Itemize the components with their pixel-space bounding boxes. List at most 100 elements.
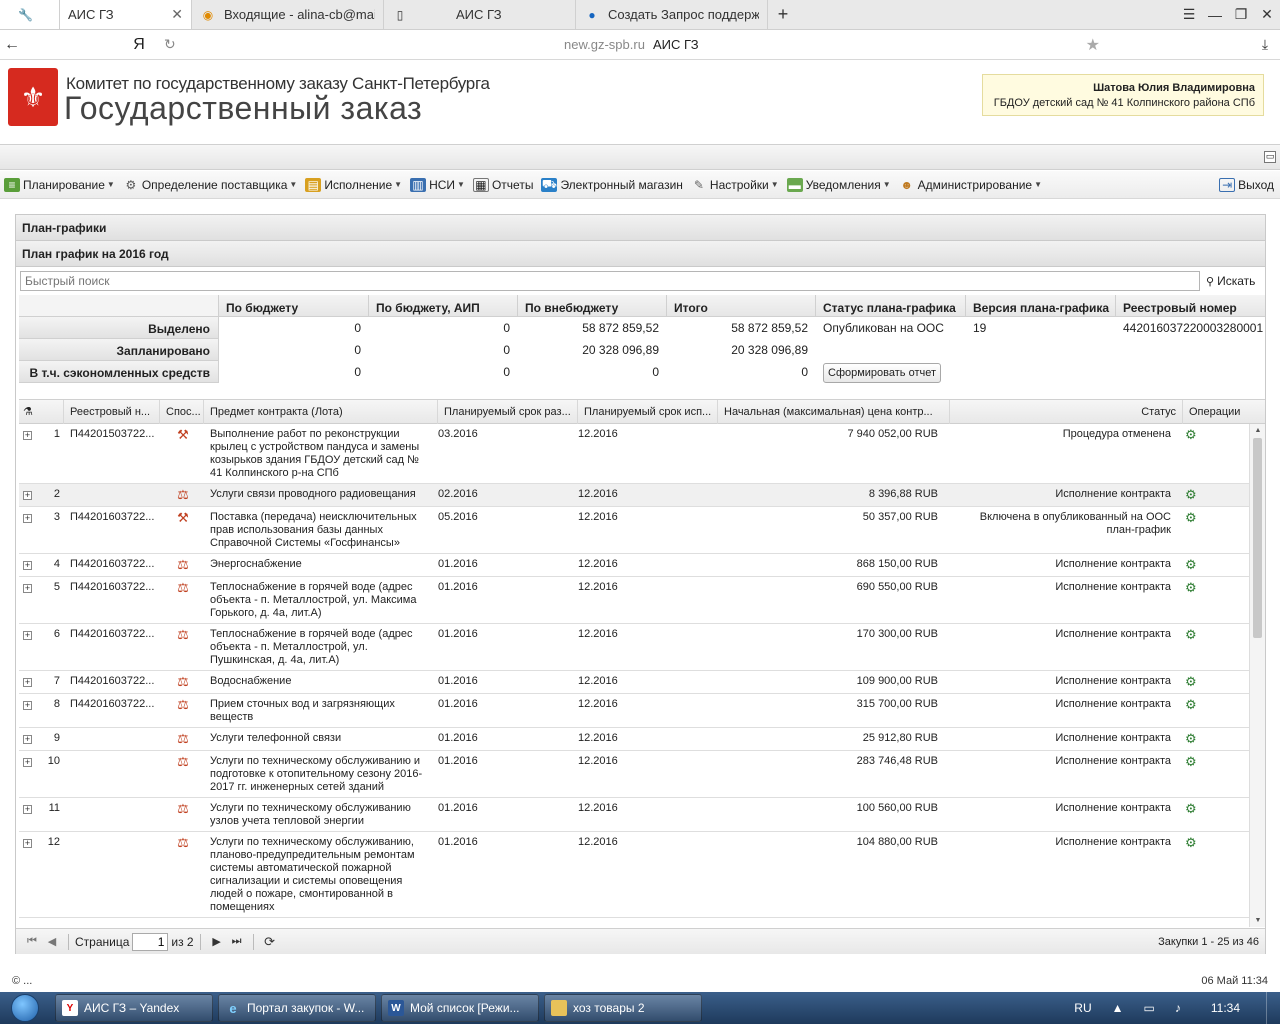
clock[interactable]: 11:34 — [1211, 1001, 1240, 1015]
menu-notifications[interactable]: ▬ Уведомления ▼ — [786, 177, 891, 192]
cell-method: ⚒ — [160, 507, 204, 553]
table-row[interactable]: +11 ⚖ Услуги по техническому обслуживанию … — [19, 798, 1249, 832]
network-icon[interactable]: ▭ — [1144, 1001, 1155, 1015]
table-row[interactable]: +1 П44201503722... ⚒ Выполнение работ по ре… — [19, 424, 1249, 484]
menu-planning[interactable]: ≡ Планирование ▼ — [4, 177, 115, 192]
next-page-icon[interactable]: ▶ — [207, 935, 227, 948]
minimize-icon[interactable]: — — [1202, 7, 1228, 23]
expand-icon[interactable]: + — [23, 631, 32, 640]
expand-icon[interactable]: + — [23, 805, 32, 814]
new-tab-button[interactable]: + — [768, 0, 798, 29]
scroll-thumb[interactable] — [1253, 438, 1262, 638]
quick-search-input[interactable] — [20, 271, 1200, 291]
table-row[interactable]: +5 П44201603722... ⚖ Теплоснабжение в горяч… — [19, 577, 1249, 624]
browser-tab-ais[interactable]: ▯ АИС ГЗ — [384, 0, 576, 29]
restore-icon[interactable]: ❐ — [1228, 6, 1254, 23]
scroll-down-icon[interactable]: ▼ — [1250, 914, 1265, 927]
col-subject[interactable]: Предмет контракта (Лота) — [204, 400, 438, 424]
language-indicator[interactable]: RU — [1074, 1001, 1091, 1015]
table-row[interactable]: +3 П44201603722... ⚒ Поставка (передача) не… — [19, 507, 1249, 554]
col-plan-start[interactable]: Планируемый срок раз... — [438, 400, 578, 424]
task-word[interactable]: W Мой список [Режи... — [381, 994, 539, 1022]
tab-label: Создать Запрос поддержки — [608, 7, 759, 22]
browser-tab-1[interactable]: 🔧 — [0, 0, 60, 29]
close-icon[interactable]: ✕ — [1254, 6, 1280, 23]
operations-gear-icon[interactable]: ⚙ — [1185, 732, 1197, 745]
filter-icon[interactable]: ⚗ — [19, 400, 64, 424]
task-yandex[interactable]: Y АИС ГЗ – Yandex — [55, 994, 213, 1022]
expand-icon[interactable]: + — [23, 561, 32, 570]
refresh-icon[interactable]: ⟳ — [260, 934, 280, 950]
operations-gear-icon[interactable]: ⚙ — [1185, 802, 1197, 815]
menu-execution[interactable]: ▤ Исполнение ▼ — [305, 177, 402, 192]
table-row[interactable]: +2 ⚖ Услуги связи проводного радиовещания 0… — [19, 484, 1249, 507]
col-price[interactable]: Начальная (максимальная) цена контр... — [718, 400, 950, 424]
expand-icon[interactable]: + — [23, 701, 32, 710]
url-field[interactable]: new.gz-spb.ru АИС ГЗ — [564, 37, 699, 52]
star-icon[interactable]: ★ — [1086, 35, 1100, 55]
operations-gear-icon[interactable]: ⚙ — [1185, 836, 1197, 849]
table-row[interactable]: +12 ⚖ Услуги по техническому обслуживанию,… — [19, 832, 1249, 918]
first-page-icon[interactable]: ⏮ — [22, 935, 42, 948]
download-icon[interactable]: ⤓ — [1250, 36, 1280, 53]
task-folder[interactable]: хоз товары 2 — [544, 994, 702, 1022]
menu-supplier[interactable]: ⚙ Определение поставщика ▼ — [123, 178, 297, 192]
operations-gear-icon[interactable]: ⚙ — [1185, 698, 1197, 711]
page-number-input[interactable] — [132, 932, 169, 951]
brand-title: Государственный заказ — [64, 90, 423, 126]
menu-e-shop[interactable]: ⛟ Электронный магазин — [541, 177, 683, 192]
last-page-icon[interactable]: ⏭ — [227, 935, 247, 948]
expand-icon[interactable]: + — [23, 839, 32, 848]
col-registry-number[interactable]: Реестровый н... — [64, 400, 160, 424]
expand-icon[interactable]: + — [23, 514, 32, 523]
table-row[interactable]: +7 П44201603722... ⚖ Водоснабжение 01.2016 12… — [19, 671, 1249, 694]
table-row[interactable]: +6 П44201603722... ⚖ Теплоснабжение в горяч… — [19, 624, 1249, 671]
search-button[interactable]: ⚲ Искать — [1206, 274, 1255, 288]
task-ie[interactable]: e Портал закупок - W... — [218, 994, 376, 1022]
show-desktop-button[interactable] — [1266, 992, 1280, 1024]
start-button[interactable] — [0, 992, 50, 1024]
col-plan-end[interactable]: Планируемый срок исп... — [578, 400, 718, 424]
reload-icon[interactable]: ↻ — [164, 36, 184, 53]
yandex-logo[interactable]: Я — [114, 36, 164, 54]
menu-administration[interactable]: ☻ Администрирование ▼ — [899, 178, 1042, 192]
menu-icon[interactable]: ☰ — [1176, 6, 1202, 23]
operations-gear-icon[interactable]: ⚙ — [1185, 511, 1197, 524]
volume-icon[interactable]: ♪ — [1175, 1001, 1181, 1015]
prev-page-icon[interactable]: ◀ — [42, 935, 62, 948]
menu-settings[interactable]: ✎ Настройки ▼ — [691, 178, 779, 192]
scroll-up-icon[interactable]: ▲ — [1250, 424, 1265, 438]
expand-icon[interactable]: + — [23, 758, 32, 767]
browser-tab-active[interactable]: АИС ГЗ ✕ — [60, 0, 192, 29]
table-row[interactable]: +8 П44201603722... ⚖ Прием сточных вод и за… — [19, 694, 1249, 728]
expand-icon[interactable]: + — [23, 431, 32, 440]
summary-empty — [1116, 361, 1265, 383]
expand-icon[interactable]: + — [23, 491, 32, 500]
operations-gear-icon[interactable]: ⚙ — [1185, 581, 1197, 594]
col-status[interactable]: Статус — [950, 400, 1183, 424]
expand-icon[interactable]: + — [23, 735, 32, 744]
table-row[interactable]: +9 ⚖ Услуги телефонной связи 01.2016 12.2016… — [19, 728, 1249, 751]
tray-up-arrow-icon[interactable]: ▲ — [1112, 1001, 1124, 1015]
col-method[interactable]: Спос... — [160, 400, 204, 424]
table-row[interactable]: +10 ⚖ Услуги по техническому обслуживанию … — [19, 751, 1249, 798]
operations-gear-icon[interactable]: ⚙ — [1185, 628, 1197, 641]
vertical-scrollbar[interactable]: ▲ ▼ — [1249, 424, 1265, 927]
browser-tab-mail[interactable]: ◉ Входящие - alina-cb@mail.ru — [192, 0, 384, 29]
operations-gear-icon[interactable]: ⚙ — [1185, 675, 1197, 688]
menu-reports[interactable]: ▦ Отчеты — [472, 177, 533, 192]
operations-gear-icon[interactable]: ⚙ — [1185, 428, 1197, 441]
exit-button[interactable]: ⇥ Выход — [1219, 177, 1274, 192]
operations-gear-icon[interactable]: ⚙ — [1185, 558, 1197, 571]
table-row[interactable]: +4 П44201603722... ⚖ Энергоснабжение 01.2016… — [19, 554, 1249, 577]
expand-icon[interactable]: + — [23, 584, 32, 593]
collapse-icon[interactable]: ▭ — [1264, 151, 1276, 163]
operations-gear-icon[interactable]: ⚙ — [1185, 488, 1197, 501]
generate-report-button[interactable]: Сформировать отчет — [823, 363, 942, 383]
menu-nsi[interactable]: ▥ НСИ ▼ — [410, 177, 465, 192]
back-arrow-icon[interactable]: ← — [0, 36, 24, 54]
expand-icon[interactable]: + — [23, 678, 32, 687]
operations-gear-icon[interactable]: ⚙ — [1185, 755, 1197, 768]
close-icon[interactable]: ✕ — [171, 6, 183, 23]
browser-tab-support[interactable]: ● Создать Запрос поддержки — [576, 0, 768, 29]
